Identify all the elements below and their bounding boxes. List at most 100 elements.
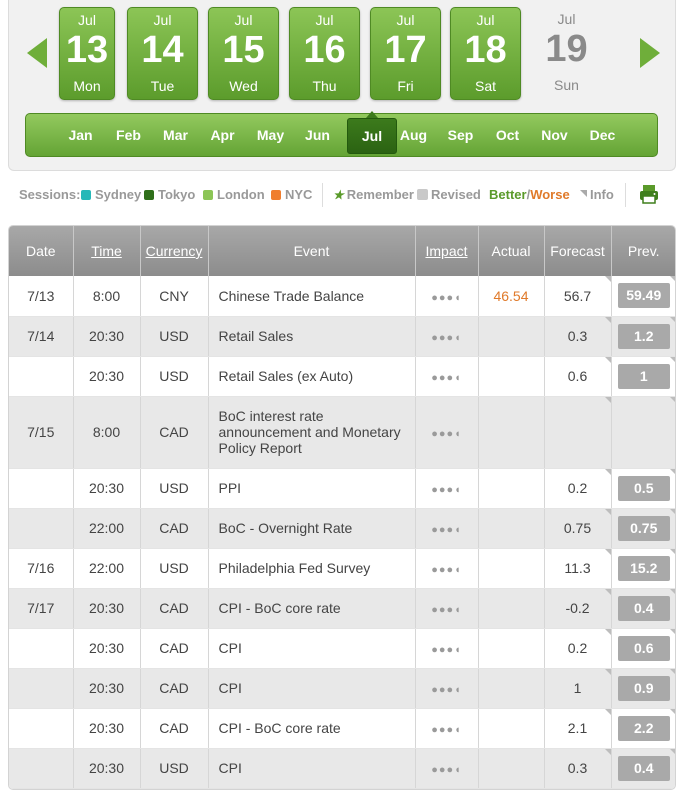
sydney-label: Sydney: [95, 187, 142, 202]
row-forecast: -0.2: [544, 588, 612, 629]
row-event[interactable]: BoC - Overnight Rate: [208, 508, 416, 549]
table-row[interactable]: 20:30 USD Retail Sales (ex Auto) ●●●◖ 0.6 1: [9, 356, 675, 397]
impact-dots-icon: ●●●◖: [431, 724, 462, 736]
row-forecast: [544, 396, 612, 469]
row-prev: 59.49: [611, 276, 675, 317]
row-currency: CAD: [140, 708, 209, 749]
row-actual: [478, 548, 545, 589]
table-row[interactable]: 7/16 22:00 USD Philadelphia Fed Survey ●●●◖ 1…: [9, 548, 675, 589]
row-currency: USD: [140, 356, 209, 397]
sort-currency-link[interactable]: Currency: [146, 243, 203, 259]
month-apr[interactable]: Apr: [199, 114, 246, 156]
month-nov[interactable]: Nov: [531, 114, 578, 156]
row-currency: CAD: [140, 588, 209, 629]
day-tile-18[interactable]: Jul 18 Sat: [450, 7, 521, 100]
month-aug[interactable]: Aug: [390, 114, 437, 156]
row-forecast: 11.3: [544, 548, 612, 589]
legend-nyc[interactable]: NYC: [271, 187, 312, 202]
legend-bar: Sessions: Sydney Tokyo London NYC ★ Remem…: [19, 183, 669, 207]
row-event[interactable]: CPI - BoC core rate: [208, 588, 416, 629]
row-event[interactable]: BoC interest rate announcement and Monet…: [208, 396, 416, 469]
day-number: 18: [464, 29, 507, 71]
economic-calendar-table: Date Time Currency Event Impact Actual F…: [8, 225, 676, 790]
month-feb[interactable]: Feb: [105, 114, 152, 156]
next-days-arrow-icon[interactable]: [640, 38, 660, 68]
month-may[interactable]: May: [247, 114, 294, 156]
row-forecast: 0.3: [544, 748, 612, 789]
row-event[interactable]: CPI: [208, 668, 416, 709]
day-number: 19: [545, 28, 588, 70]
day-tile-17[interactable]: Jul 17 Fri: [370, 7, 441, 100]
month-oct[interactable]: Oct: [484, 114, 531, 156]
table-row[interactable]: 20:30 CAD CPI ●●●◖ 0.2 0.6: [9, 628, 675, 669]
table-row[interactable]: 20:30 CAD CPI - BoC core rate ●●●◖ 2.1 2.2: [9, 708, 675, 749]
impact-dots-icon: ●●●◖: [431, 564, 462, 576]
table-row[interactable]: 20:30 USD CPI ●●●◖ 0.3 0.4: [9, 748, 675, 789]
day-tile-13[interactable]: Jul 13 Mon: [59, 7, 115, 100]
legend-london[interactable]: London: [203, 187, 265, 202]
table-row[interactable]: 20:30 USD PPI ●●●◖ 0.2 0.5: [9, 468, 675, 509]
row-event[interactable]: Retail Sales (ex Auto): [208, 356, 416, 397]
row-forecast: 0.2: [544, 628, 612, 669]
col-actual-header: Actual: [478, 226, 545, 276]
london-swatch-icon: [203, 190, 213, 200]
row-date: 7/13: [9, 276, 74, 317]
row-time: 20:30: [73, 588, 141, 629]
month-mar[interactable]: Mar: [152, 114, 199, 156]
sydney-swatch-icon: [81, 190, 91, 200]
printer-icon[interactable]: [638, 183, 660, 205]
month-dec[interactable]: Dec: [579, 114, 626, 156]
row-impact: ●●●◖: [415, 316, 479, 357]
day-number: 16: [303, 29, 346, 71]
month-sep[interactable]: Sep: [437, 114, 484, 156]
nyc-swatch-icon: [271, 190, 281, 200]
row-actual: [478, 748, 545, 789]
better-label: Better: [489, 187, 527, 202]
legend-sydney[interactable]: Sydney: [81, 187, 141, 202]
month-jun[interactable]: Jun: [294, 114, 341, 156]
row-event[interactable]: CPI: [208, 628, 416, 669]
day-tile-15[interactable]: Jul 15 Wed: [208, 7, 279, 100]
legend-tokyo[interactable]: Tokyo: [144, 187, 195, 202]
table-row[interactable]: 7/17 20:30 CAD CPI - BoC core rate ●●●◖ -0.2 0…: [9, 588, 675, 629]
row-event[interactable]: CPI - BoC core rate: [208, 708, 416, 749]
row-event[interactable]: CPI: [208, 748, 416, 789]
row-event[interactable]: Philadelphia Fed Survey: [208, 548, 416, 589]
row-event[interactable]: PPI: [208, 468, 416, 509]
day-month: Jul: [476, 12, 495, 28]
col-time-header[interactable]: Time: [73, 226, 141, 276]
table-row[interactable]: 22:00 CAD BoC - Overnight Rate ●●●◖ 0.75 0.75: [9, 508, 675, 549]
prev-value-badge: 1: [617, 363, 670, 389]
previous-days-arrow-icon[interactable]: [27, 38, 47, 68]
day-tile-19[interactable]: Jul 19 Sun: [531, 7, 602, 100]
table-row[interactable]: 20:30 CAD CPI ●●●◖ 1 0.9: [9, 668, 675, 709]
prev-value-badge: 2.2: [617, 715, 670, 741]
row-forecast: 0.3: [544, 316, 612, 357]
row-time: 22:00: [73, 548, 141, 589]
col-currency-header[interactable]: Currency: [140, 226, 209, 276]
row-date: [9, 356, 74, 397]
day-tile-14[interactable]: Jul 14 Tue: [127, 7, 198, 100]
row-date: [9, 468, 74, 509]
row-actual: [478, 468, 545, 509]
row-impact: ●●●◖: [415, 356, 479, 397]
row-date: [9, 668, 74, 709]
col-impact-header[interactable]: Impact: [415, 226, 479, 276]
table-row[interactable]: 7/13 8:00 CNY Chinese Trade Balance ●●●◖ 46.5…: [9, 276, 675, 317]
impact-dots-icon: ●●●◖: [431, 332, 462, 344]
row-actual: [478, 668, 545, 709]
sort-impact-link[interactable]: Impact: [425, 243, 467, 259]
month-selector: Jan Feb Mar Apr May Jun Jul Aug Sep Oct …: [25, 111, 658, 157]
row-event[interactable]: Retail Sales: [208, 316, 416, 357]
day-tile-16[interactable]: Jul 16 Thu: [289, 7, 360, 100]
table-row[interactable]: 7/15 8:00 CAD BoC interest rate announcemen…: [9, 396, 675, 469]
row-event[interactable]: Chinese Trade Balance: [208, 276, 416, 317]
row-currency: CAD: [140, 628, 209, 669]
sort-time-link[interactable]: Time: [91, 243, 122, 259]
row-impact: ●●●◖: [415, 708, 479, 749]
table-body: 7/13 8:00 CNY Chinese Trade Balance ●●●◖ 46.5…: [9, 276, 675, 789]
month-jan[interactable]: Jan: [57, 114, 104, 156]
col-date-header: Date: [9, 226, 74, 276]
row-time: 22:00: [73, 508, 141, 549]
table-row[interactable]: 7/14 20:30 USD Retail Sales ●●●◖ 0.3 1.2: [9, 316, 675, 357]
